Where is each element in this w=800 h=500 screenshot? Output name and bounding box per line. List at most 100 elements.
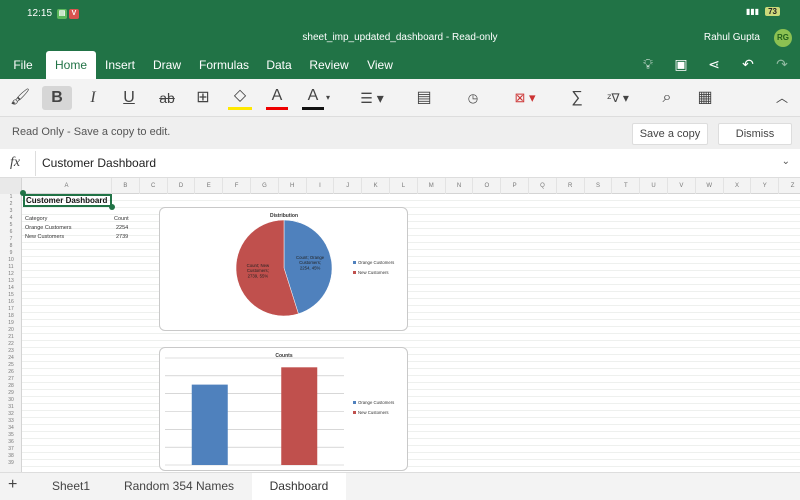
column-header-d[interactable]: D xyxy=(168,178,196,194)
column-header-p[interactable]: P xyxy=(501,178,529,194)
column-header-k[interactable]: K xyxy=(362,178,390,194)
column-header-h[interactable]: H xyxy=(279,178,307,194)
collapse-ribbon-icon[interactable]: ︿ xyxy=(772,86,792,110)
row-header-13[interactable]: 13 xyxy=(0,278,22,285)
column-header-q[interactable]: Q xyxy=(529,178,557,194)
delete-cells-icon[interactable]: ⊠ ▾ xyxy=(510,86,540,110)
chevron-down-icon[interactable]: ▾ xyxy=(324,86,332,110)
search-icon[interactable]: ⌕ xyxy=(656,86,678,110)
row-header-24[interactable]: 24 xyxy=(0,355,22,362)
row-header-32[interactable]: 32 xyxy=(0,411,22,418)
autosum-button[interactable]: ∑ xyxy=(566,86,588,110)
underline-button[interactable]: U xyxy=(116,86,142,110)
font-color-button[interactable]: A xyxy=(266,86,288,110)
save-icon[interactable]: ▣ xyxy=(673,56,689,72)
row-header-2[interactable]: 2 xyxy=(0,201,22,208)
cell-count[interactable]: 2254 xyxy=(116,225,128,231)
row-header-20[interactable]: 20 xyxy=(0,327,22,334)
select-all-corner[interactable] xyxy=(0,178,22,194)
row-header-1[interactable]: 1 xyxy=(0,194,22,201)
text-color-dropdown[interactable]: A xyxy=(302,86,324,110)
column-header-m[interactable]: M xyxy=(418,178,446,194)
align-icon[interactable]: ☰ ▾ xyxy=(358,86,386,110)
column-header-l[interactable]: L xyxy=(390,178,418,194)
tab-insert[interactable]: Insert xyxy=(100,51,140,79)
cell-category[interactable]: Orange Customers xyxy=(25,225,71,231)
row-header-14[interactable]: 14 xyxy=(0,285,22,292)
cell-header-category[interactable]: Category xyxy=(25,216,47,222)
column-header-c[interactable]: C xyxy=(140,178,168,194)
row-header-12[interactable]: 12 xyxy=(0,271,22,278)
sheet-tab-random-names[interactable]: Random 354 Names xyxy=(118,473,240,500)
wrap-text-icon[interactable]: ▤ xyxy=(412,86,436,110)
row-header-26[interactable]: 26 xyxy=(0,369,22,376)
row-header-29[interactable]: 29 xyxy=(0,390,22,397)
sort-filter-icon[interactable]: ᶻ∇ ▾ xyxy=(602,86,634,110)
row-header-10[interactable]: 10 xyxy=(0,257,22,264)
column-header-x[interactable]: X xyxy=(724,178,752,194)
tab-draw[interactable]: Draw xyxy=(148,51,186,79)
function-icon[interactable]: fx xyxy=(10,155,20,171)
row-header-17[interactable]: 17 xyxy=(0,306,22,313)
number-format-icon[interactable]: ◷ xyxy=(462,86,484,110)
row-header-33[interactable]: 33 xyxy=(0,418,22,425)
tab-file[interactable]: File xyxy=(4,51,42,79)
row-header-4[interactable]: 4 xyxy=(0,215,22,222)
row-header-27[interactable]: 27 xyxy=(0,376,22,383)
row-header-15[interactable]: 15 xyxy=(0,292,22,299)
column-header-e[interactable]: E xyxy=(195,178,224,194)
bold-button[interactable]: B xyxy=(42,86,72,110)
tab-formulas[interactable]: Formulas xyxy=(196,51,252,79)
borders-icon[interactable]: ⊞ xyxy=(192,86,214,110)
tab-review[interactable]: Review xyxy=(306,51,352,79)
column-header-w[interactable]: W xyxy=(696,178,724,194)
cell-count[interactable]: 2739 xyxy=(116,234,128,240)
column-header-n[interactable]: N xyxy=(446,178,474,194)
formula-input[interactable]: Customer Dashboard xyxy=(42,156,156,170)
cell-category[interactable]: New Customers xyxy=(25,234,64,240)
cell-grid[interactable] xyxy=(22,194,800,472)
avatar[interactable]: RG xyxy=(774,29,792,47)
column-header-f[interactable]: F xyxy=(223,178,251,194)
tab-data[interactable]: Data xyxy=(262,51,296,79)
chevron-down-icon[interactable]: ⌄ xyxy=(782,156,790,167)
row-header-36[interactable]: 36 xyxy=(0,439,22,446)
row-header-22[interactable]: 22 xyxy=(0,341,22,348)
strikethrough-button[interactable]: ab xyxy=(154,86,180,110)
italic-button[interactable]: I xyxy=(80,86,106,110)
column-header-r[interactable]: R xyxy=(557,178,585,194)
row-header-16[interactable]: 16 xyxy=(0,299,22,306)
column-header-a[interactable]: A xyxy=(22,178,112,194)
user-name[interactable]: Rahul Gupta xyxy=(704,32,760,43)
table-icon[interactable]: ▦ xyxy=(694,86,716,110)
sheet-tab-sheet1[interactable]: Sheet1 xyxy=(40,473,102,500)
row-header-34[interactable]: 34 xyxy=(0,425,22,432)
column-header-v[interactable]: V xyxy=(668,178,696,194)
selection-handle[interactable] xyxy=(20,190,26,196)
column-header-u[interactable]: U xyxy=(640,178,668,194)
column-header-z[interactable]: Z xyxy=(779,178,800,194)
tab-view[interactable]: View xyxy=(362,51,398,79)
row-header-5[interactable]: 5 xyxy=(0,222,22,229)
sheet-tab-dashboard[interactable]: Dashboard xyxy=(252,473,346,500)
row-header-3[interactable]: 3 xyxy=(0,208,22,215)
row-header-37[interactable]: 37 xyxy=(0,446,22,453)
column-header-s[interactable]: S xyxy=(585,178,613,194)
undo-icon[interactable]: ↶ xyxy=(740,56,756,72)
bar-chart[interactable]: Counts Orange Customers New Customers xyxy=(159,347,408,471)
row-header-30[interactable]: 30 xyxy=(0,397,22,404)
fill-color-icon[interactable]: ◇ xyxy=(228,86,252,110)
column-header-j[interactable]: J xyxy=(334,178,363,194)
row-header-39[interactable]: 39 xyxy=(0,460,22,467)
row-header-6[interactable]: 6 xyxy=(0,229,22,236)
row-header-8[interactable]: 8 xyxy=(0,243,22,250)
column-header-t[interactable]: T xyxy=(612,178,641,194)
row-header-7[interactable]: 7 xyxy=(0,236,22,243)
cell-header-count[interactable]: Count xyxy=(114,216,129,222)
row-header-25[interactable]: 25 xyxy=(0,362,22,369)
row-header-31[interactable]: 31 xyxy=(0,404,22,411)
dismiss-button[interactable]: Dismiss xyxy=(718,123,792,145)
pie-chart[interactable]: Distribution Count; Orange Customers; 2254,… xyxy=(159,207,408,331)
row-header-19[interactable]: 19 xyxy=(0,320,22,327)
row-header-38[interactable]: 38 xyxy=(0,453,22,460)
